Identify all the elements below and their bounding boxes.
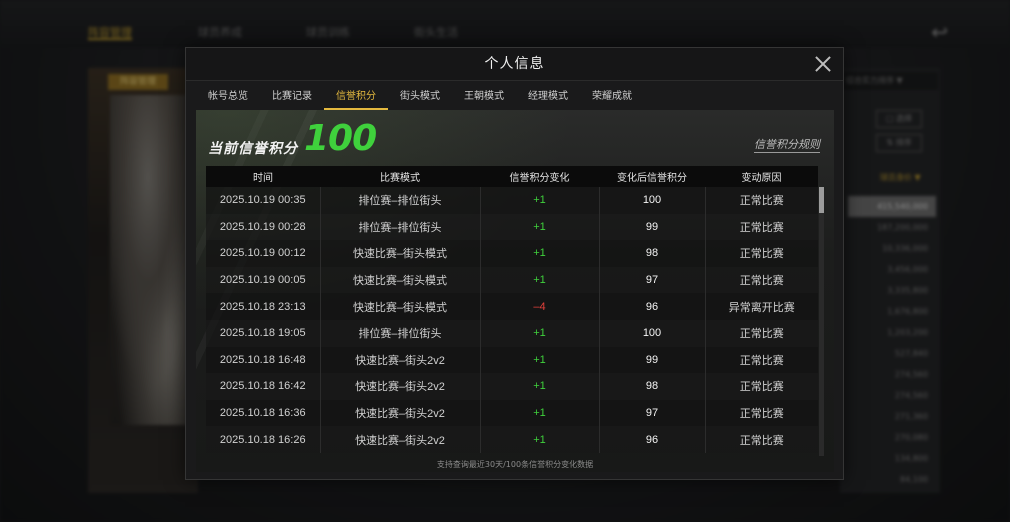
cell-reason: 正常比赛 — [705, 399, 818, 427]
tab-2[interactable]: 信誉积分 — [324, 86, 388, 110]
cell-score-after: 96 — [599, 293, 706, 320]
tab-5[interactable]: 经理模式 — [516, 86, 580, 110]
cell-mode: 快速比赛–街头2v2 — [320, 399, 481, 427]
table-header-row: 时间 比赛模式 信誉积分变化 变化后信誉积分 变动原因 — [206, 166, 818, 187]
tab-0[interactable]: 帐号总览 — [196, 86, 260, 110]
table-row: 2025.10.18 19:05 排位赛–排位街头 +1 100 正常比赛 — [206, 319, 818, 347]
cell-delta: +1 — [480, 319, 600, 347]
table-row: 2025.10.19 00:28 排位赛–排位街头 +1 99 正常比赛 — [206, 213, 818, 241]
credit-score-panel: 当前信誉积分 100 信誉积分规则 时间 比赛模式 信誉积分变化 变化后信誉积分 变动原… — [196, 110, 834, 472]
cell-time: 2025.10.19 00:12 — [206, 240, 321, 267]
cell-score-after: 99 — [599, 346, 706, 374]
table-row: 2025.10.19 00:35 排位赛–排位街头 +1 100 正常比赛 — [206, 187, 818, 214]
table-scrollbar[interactable] — [819, 187, 824, 456]
tab-3[interactable]: 街头模式 — [388, 86, 452, 110]
cell-time: 2025.10.18 23:13 — [206, 293, 321, 320]
column-header: 变化后信誉积分 — [599, 166, 705, 187]
cell-time: 2025.10.18 16:42 — [206, 373, 321, 400]
cell-mode: 快速比赛–街头2v2 — [320, 346, 481, 374]
cell-score-after: 100 — [599, 319, 706, 347]
cell-time: 2025.10.19 00:05 — [206, 266, 321, 294]
dialog-tabs: 帐号总览 比赛记录 信誉积分 街头模式 王朝模式 经理模式 荣耀成就 — [196, 86, 644, 110]
cell-mode: 快速比赛–街头2v2 — [320, 426, 481, 453]
credit-history-table: 时间 比赛模式 信誉积分变化 变化后信誉积分 变动原因 2025.10.19 00:35… — [206, 166, 818, 453]
cell-time: 2025.10.18 19:05 — [206, 319, 321, 347]
score-value: 100 — [304, 118, 377, 159]
cell-delta: +1 — [480, 187, 600, 214]
footer-note: 支持查询最近30天/100条信誉积分变化数据 — [436, 460, 594, 469]
table-body: 2025.10.19 00:35 排位赛–排位街头 +1 100 正常比赛 2025.10… — [206, 187, 818, 453]
table-row: 2025.10.18 16:26 快速比赛–街头2v2 +1 96 正常比赛 — [206, 426, 818, 453]
cell-score-after: 97 — [599, 399, 706, 427]
cell-reason: 异常离开比赛 — [705, 293, 818, 320]
cell-score-after: 98 — [599, 373, 706, 400]
column-header: 信誉积分变化 — [480, 166, 599, 187]
cell-delta: +1 — [480, 346, 600, 374]
cell-mode: 排位赛–排位街头 — [320, 319, 481, 347]
column-header: 比赛模式 — [320, 166, 480, 187]
cell-delta: +1 — [480, 426, 600, 453]
cell-score-after: 100 — [599, 187, 706, 214]
credit-rules-link[interactable]: 信誉积分规则 — [754, 136, 820, 153]
cell-score-after: 99 — [599, 213, 706, 241]
table-row: 2025.10.18 16:48 快速比赛–街头2v2 +1 99 正常比赛 — [206, 346, 818, 374]
cell-reason: 正常比赛 — [705, 187, 818, 214]
credit-history-table-wrap[interactable]: 时间 比赛模式 信誉积分变化 变化后信誉积分 变动原因 2025.10.19 00:35… — [206, 166, 824, 456]
table-row: 2025.10.19 00:05 快速比赛–街头模式 +1 97 正常比赛 — [206, 266, 818, 294]
cell-score-after: 97 — [599, 266, 706, 294]
cell-time: 2025.10.18 16:48 — [206, 346, 321, 374]
cell-delta: +1 — [480, 213, 600, 241]
column-header: 变动原因 — [705, 166, 818, 187]
cell-reason: 正常比赛 — [705, 266, 818, 294]
table-row: 2025.10.18 16:42 快速比赛–街头2v2 +1 98 正常比赛 — [206, 373, 818, 400]
close-icon[interactable] — [813, 54, 833, 74]
table-row: 2025.10.19 00:12 快速比赛–街头模式 +1 98 正常比赛 — [206, 240, 818, 267]
cell-time: 2025.10.18 16:36 — [206, 399, 321, 427]
tab-1[interactable]: 比赛记录 — [260, 86, 324, 110]
cell-time: 2025.10.18 16:26 — [206, 426, 321, 453]
cell-reason: 正常比赛 — [705, 319, 818, 347]
score-label: 当前信誉积分 — [208, 141, 298, 157]
table-row: 2025.10.18 23:13 快速比赛–街头模式 –4 96 异常离开比赛 — [206, 293, 818, 320]
cell-delta: +1 — [480, 266, 600, 294]
cell-delta: –4 — [480, 293, 600, 320]
cell-reason: 正常比赛 — [705, 426, 818, 453]
cell-reason: 正常比赛 — [705, 346, 818, 374]
scrollbar-thumb[interactable] — [819, 187, 824, 213]
cell-mode: 排位赛–排位街头 — [320, 187, 481, 214]
cell-score-after: 98 — [599, 240, 706, 267]
cell-reason: 正常比赛 — [705, 373, 818, 400]
tab-4[interactable]: 王朝模式 — [452, 86, 516, 110]
cell-delta: +1 — [480, 399, 600, 427]
cell-mode: 快速比赛–街头模式 — [320, 293, 481, 320]
cell-score-after: 96 — [599, 426, 706, 453]
cell-mode: 快速比赛–街头2v2 — [320, 373, 481, 400]
cell-mode: 快速比赛–街头模式 — [320, 266, 481, 294]
table-row: 2025.10.18 16:36 快速比赛–街头2v2 +1 97 正常比赛 — [206, 399, 818, 427]
cell-reason: 正常比赛 — [705, 240, 818, 267]
cell-reason: 正常比赛 — [705, 213, 818, 241]
dialog-title: 个人信息 — [484, 56, 545, 72]
cell-time: 2025.10.19 00:28 — [206, 213, 321, 241]
cell-delta: +1 — [480, 373, 600, 400]
dialog-header: 个人信息 — [186, 48, 843, 81]
cell-time: 2025.10.19 00:35 — [206, 187, 321, 214]
cell-mode: 排位赛–排位街头 — [320, 213, 481, 241]
cell-mode: 快速比赛–街头模式 — [320, 240, 481, 267]
tab-6[interactable]: 荣耀成就 — [580, 86, 644, 110]
cell-delta: +1 — [480, 240, 600, 267]
column-header: 时间 — [206, 166, 320, 187]
personal-info-dialog: 个人信息 帐号总览 比赛记录 信誉积分 街头模式 王朝模式 经理模式 荣耀成就 当前信誉积分… — [185, 47, 844, 480]
